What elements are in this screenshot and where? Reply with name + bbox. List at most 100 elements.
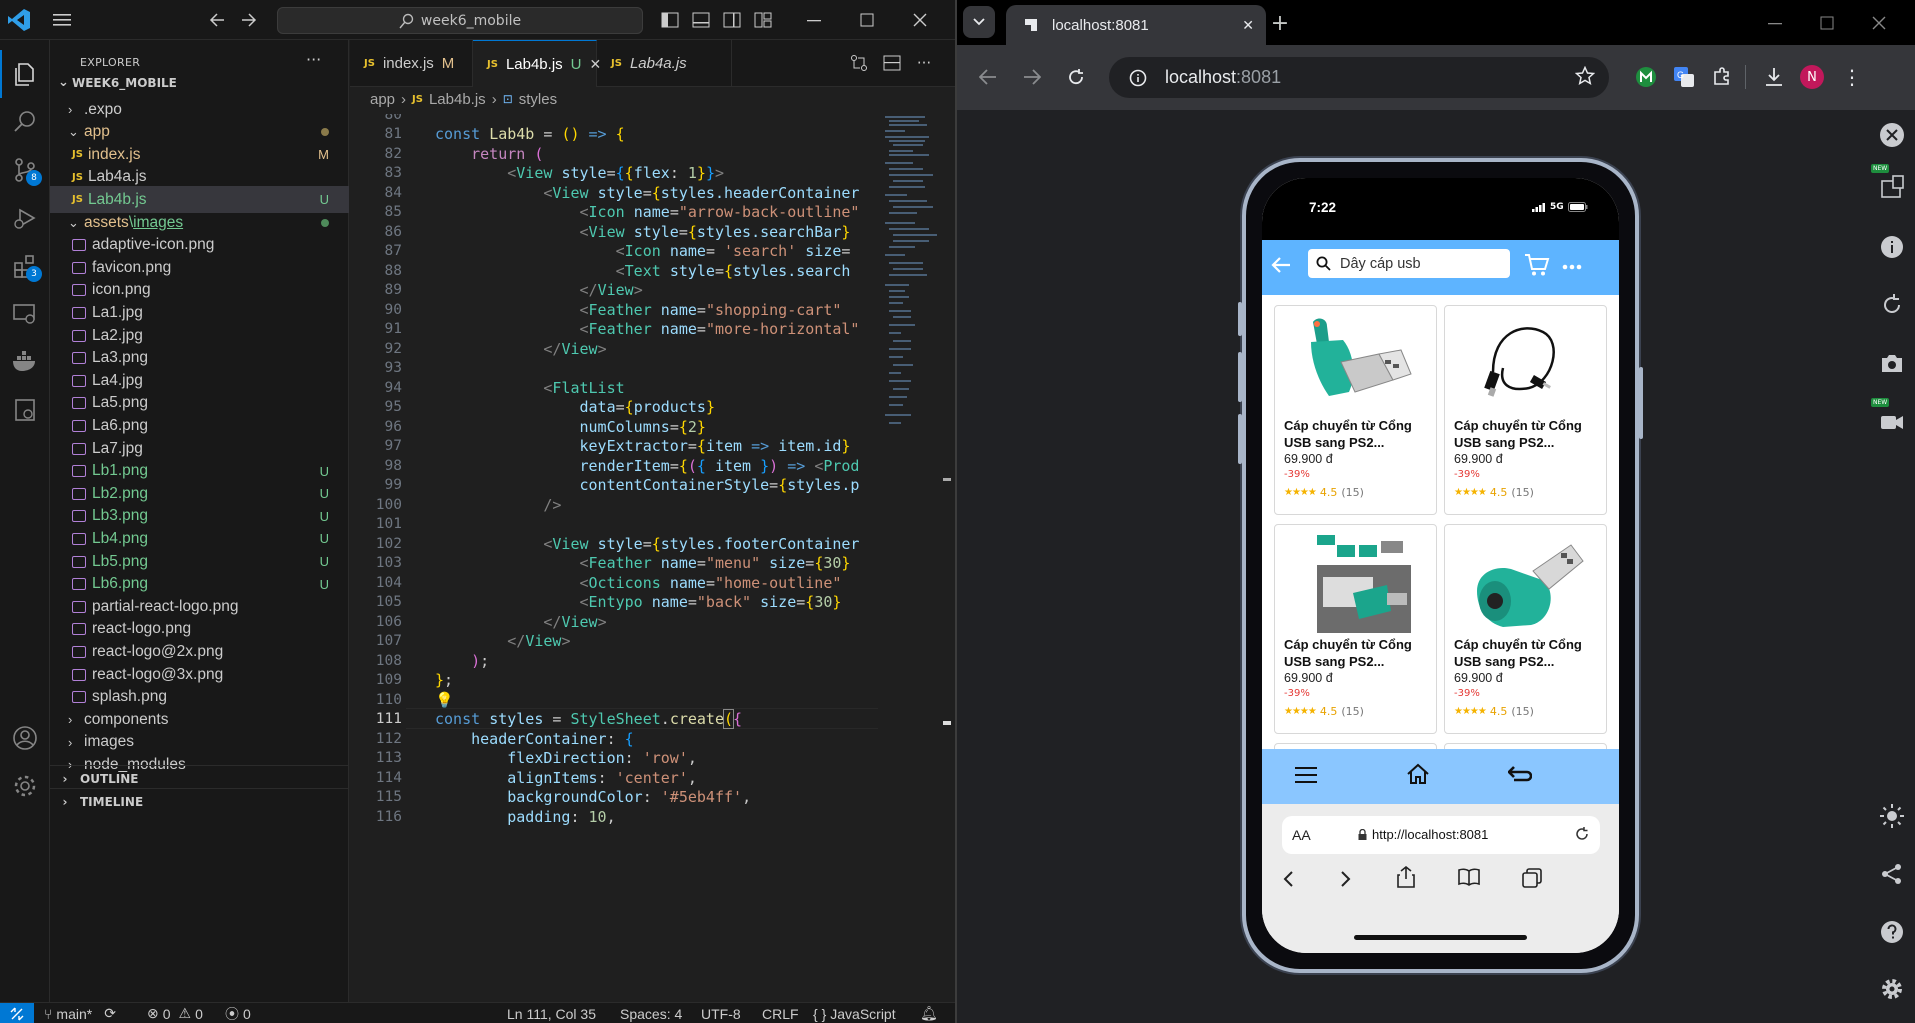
indentation[interactable]: Spaces: 4	[620, 1003, 682, 1023]
toggle-secondary-sidebar-icon[interactable]	[718, 6, 746, 34]
split-editor-icon[interactable]	[878, 49, 906, 77]
toggle-panel-icon[interactable]	[687, 6, 715, 34]
extensions-icon[interactable]: 3	[0, 242, 50, 290]
arrow-back-icon[interactable]	[1270, 255, 1292, 275]
rotate-device-icon[interactable]: NEW	[1871, 164, 1909, 204]
settings-gear-icon[interactable]	[1875, 972, 1909, 1006]
tab-lab4a-js[interactable]: JS Lab4a.js	[597, 40, 732, 87]
site-info-icon[interactable]	[1129, 69, 1147, 87]
vertical-scrollbar[interactable]	[940, 114, 954, 1002]
forward-arrow-icon[interactable]	[1014, 59, 1050, 95]
info-icon[interactable]	[1875, 230, 1909, 264]
remote-explorer-icon[interactable]	[0, 290, 50, 338]
breadcrumb-folder[interactable]: app	[370, 91, 395, 108]
shopping-cart-icon[interactable]	[1524, 252, 1550, 278]
notifications-bell-icon[interactable]: 🔔︎	[920, 1003, 938, 1023]
settings-sync-icon[interactable]	[0, 386, 50, 434]
code-editor[interactable]: 80 81 const Lab4b = () => { 82 return ( 8…	[350, 114, 878, 1002]
profile-avatar[interactable]: N	[1794, 59, 1830, 95]
breadcrumb-file[interactable]: Lab4b.js	[429, 91, 486, 108]
image-file-icon	[72, 306, 86, 319]
breadcrumb-symbol[interactable]: styles	[519, 91, 557, 108]
search-bar[interactable]: Dây cáp usb	[1308, 249, 1510, 278]
toggle-primary-sidebar-icon[interactable]	[656, 6, 684, 34]
lightbulb-icon[interactable]: 💡	[435, 690, 454, 710]
more-horizontal-icon[interactable]	[1562, 264, 1582, 270]
maximize-icon[interactable]	[853, 6, 881, 34]
open-changes-icon[interactable]	[845, 49, 873, 77]
downloads-icon[interactable]	[1756, 59, 1792, 95]
menu-icon[interactable]	[1295, 766, 1317, 784]
cursor-position[interactable]: Ln 111, Col 35	[507, 1003, 596, 1023]
close-tab-icon[interactable]: ✕	[1242, 17, 1254, 34]
safari-share-icon[interactable]	[1396, 866, 1416, 888]
back-arrow-icon[interactable]	[203, 6, 231, 34]
editor-tabs: JS index.js M JS Lab4b.js U ✕ JS Lab4a.j…	[350, 40, 955, 87]
manage-gear-icon[interactable]	[0, 762, 50, 810]
explorer-icon[interactable]	[0, 50, 50, 98]
product-card[interactable]: Cáp chuyển từ Cổng USB sang PS2... 69.90…	[1274, 305, 1437, 515]
minimize-icon[interactable]	[1757, 5, 1793, 41]
image-file-icon	[72, 284, 86, 297]
workspace-header[interactable]: ⌄ WEEK6_MOBILE	[50, 69, 349, 96]
maximize-icon[interactable]	[1809, 5, 1845, 41]
source-control-icon[interactable]: 8	[0, 146, 50, 194]
safari-back-icon[interactable]	[1282, 870, 1294, 888]
safari-tabs-icon[interactable]	[1522, 868, 1542, 888]
back-icon[interactable]	[1508, 764, 1532, 784]
docker-icon[interactable]	[0, 338, 50, 386]
customize-layout-icon[interactable]	[749, 6, 777, 34]
minimize-icon[interactable]	[800, 6, 828, 34]
bookmark-star-icon[interactable]	[1575, 66, 1595, 86]
timeline-section[interactable]: › TIMELINE	[50, 788, 349, 814]
safari-bookmarks-icon[interactable]	[1458, 868, 1480, 886]
tab-index-js[interactable]: JS index.js M	[350, 40, 473, 87]
record-video-icon[interactable]: NEW	[1871, 398, 1909, 438]
product-card[interactable]: Cáp chuyển từ Cổng USB sang PS2... 69.90…	[1444, 305, 1607, 515]
share-icon[interactable]	[1875, 857, 1909, 891]
extensions-puzzle-icon[interactable]	[1704, 59, 1740, 95]
account-icon[interactable]	[0, 714, 50, 762]
product-card[interactable]: Cáp chuyển từ Cổng USB sang PS2... 69.90…	[1444, 524, 1607, 734]
command-center-search[interactable]: week6_mobile	[277, 7, 643, 34]
encoding[interactable]: UTF-8	[701, 1003, 741, 1023]
close-icon[interactable]	[906, 6, 934, 34]
reader-aa-button[interactable]: AA	[1292, 827, 1311, 843]
language-mode[interactable]: { } JavaScript	[813, 1003, 896, 1023]
more-actions-icon[interactable]: ···	[910, 49, 938, 77]
js-file-icon: JS	[72, 171, 83, 183]
safari-url-bar[interactable]: AA http://localhost:8081	[1282, 816, 1600, 854]
brightness-icon[interactable]	[1875, 799, 1909, 833]
tab-search-chevron-icon[interactable]	[963, 6, 995, 38]
git-branch[interactable]: ⑂ main* ⟳	[44, 1003, 116, 1023]
product-card[interactable]: Cáp chuyển từ Cổng USB sang PS2... 69.90…	[1274, 524, 1437, 734]
ports-indicator[interactable]: ⦿ 0	[225, 1003, 251, 1023]
tab-lab4b-js[interactable]: JS Lab4b.js U ✕	[473, 40, 601, 87]
product-list[interactable]: Cáp chuyển từ Cổng USB sang PS2... 69.90…	[1262, 295, 1619, 749]
browser-tab[interactable]: localhost:8081 ✕	[1006, 5, 1266, 45]
address-bar[interactable]: localhost:8081	[1109, 57, 1609, 98]
reload-icon[interactable]	[1058, 59, 1094, 95]
problems-indicator[interactable]: ⊗ 0 ⚠ 0	[147, 1003, 203, 1023]
rotate-icon[interactable]	[1875, 288, 1909, 322]
forward-arrow-icon[interactable]	[235, 6, 263, 34]
back-arrow-icon[interactable]	[970, 59, 1006, 95]
minimap[interactable]	[883, 114, 938, 1002]
close-window-icon[interactable]	[1861, 5, 1897, 41]
reload-icon[interactable]	[1574, 826, 1590, 842]
close-device-icon[interactable]	[1875, 118, 1909, 152]
new-tab-plus-icon[interactable]: +	[1262, 5, 1298, 41]
chrome-menu-icon[interactable]: ⋮	[1834, 59, 1870, 95]
run-debug-icon[interactable]	[0, 194, 50, 242]
translate-extension-icon[interactable]: G	[1666, 59, 1702, 95]
more-actions-icon[interactable]: ···	[306, 50, 321, 69]
remote-indicator-icon[interactable]	[0, 1003, 34, 1023]
menu-icon[interactable]	[48, 6, 76, 34]
home-outline-icon[interactable]	[1406, 763, 1430, 785]
end-of-line[interactable]: CRLF	[762, 1003, 799, 1023]
extension-green-icon[interactable]	[1628, 59, 1664, 95]
screenshot-camera-icon[interactable]	[1875, 346, 1909, 380]
safari-forward-icon[interactable]	[1340, 870, 1352, 888]
help-icon[interactable]	[1875, 915, 1909, 949]
search-icon[interactable]	[0, 98, 50, 146]
